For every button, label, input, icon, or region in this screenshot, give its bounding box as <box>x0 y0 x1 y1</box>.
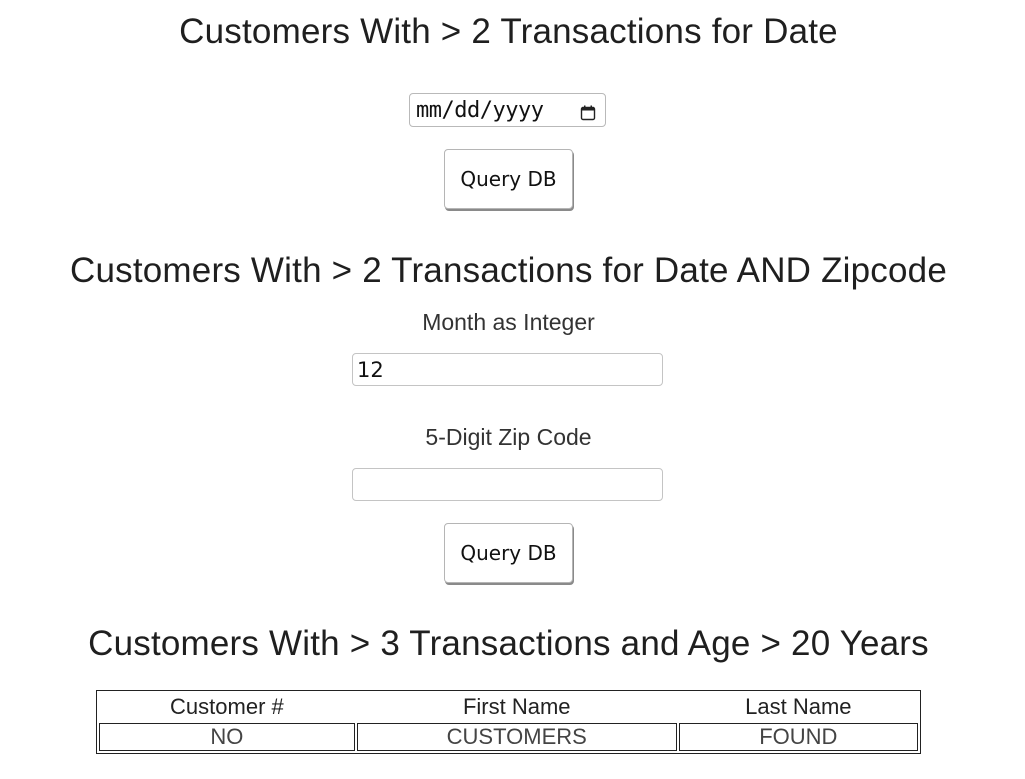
date-zip-query-heading: Customers With > 2 Transactions for Date… <box>70 251 947 290</box>
column-header-customer-number: Customer # <box>170 694 284 719</box>
calendar-icon[interactable] <box>580 102 596 121</box>
query-db-button-date[interactable]: Query DB <box>444 149 573 209</box>
table-header-row: Customer # First Name Last Name <box>99 693 918 721</box>
month-label: Month as Integer <box>422 309 595 335</box>
table-row: NO CUSTOMERS FOUND <box>99 723 918 751</box>
query-db-button-zip[interactable]: Query DB <box>444 523 573 583</box>
age-query-heading: Customers With > 3 Transactions and Age … <box>88 624 929 663</box>
results-table: Customer # First Name Last Name NO CUSTO… <box>96 690 921 754</box>
page: Customers With > 2 Transactions for Date… <box>0 0 1025 779</box>
date-query-heading: Customers With > 2 Transactions for Date <box>179 12 838 51</box>
column-header-first-name: First Name <box>462 694 571 719</box>
date-input[interactable]: mm/dd/yyyy <box>409 93 606 127</box>
month-input[interactable] <box>352 353 663 386</box>
column-header-last-name: Last Name <box>745 694 852 719</box>
date-input-text[interactable]: mm/dd/yyyy <box>416 98 580 123</box>
zip-input[interactable] <box>352 468 663 501</box>
table-cell: FOUND <box>678 723 918 751</box>
zip-label: 5-Digit Zip Code <box>425 424 592 450</box>
table-cell: NO <box>99 723 355 751</box>
table-cell: CUSTOMERS <box>356 723 677 751</box>
